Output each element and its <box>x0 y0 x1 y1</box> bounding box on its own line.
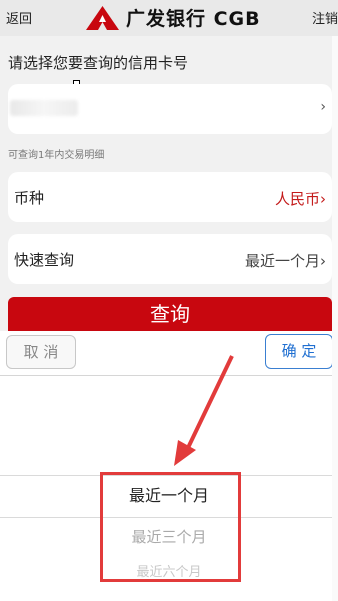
annotation-highlight-box <box>100 472 241 582</box>
quick-query-row[interactable]: 快速查询 最近一个月› <box>8 234 332 284</box>
currency-row[interactable]: 币种 人民币› <box>8 172 332 222</box>
app-header: 返回 广发银行 CGB 注销 <box>0 0 338 36</box>
scroll-edge <box>332 36 338 601</box>
confirm-button[interactable]: 确 定 <box>265 334 333 369</box>
card-number-selector[interactable]: › <box>8 84 332 134</box>
query-range-hint: 可查询1年内交易明细 <box>8 150 105 161</box>
brand-title: 广发银行 CGB <box>126 8 261 30</box>
quick-query-value: 最近一个月› <box>245 252 326 270</box>
currency-value: 人民币› <box>275 190 326 208</box>
logout-link[interactable]: 注销 <box>312 8 338 27</box>
cgb-logo-icon <box>86 6 119 30</box>
query-button[interactable]: 查询 <box>8 297 332 331</box>
cancel-button[interactable]: 取 消 <box>6 335 76 369</box>
masked-card-number <box>10 100 78 116</box>
currency-label: 币种 <box>14 189 45 207</box>
back-link[interactable]: 返回 <box>6 8 32 27</box>
card-select-prompt: 请选择您要查询的信用卡号 <box>8 54 189 72</box>
quick-query-label: 快速查询 <box>14 251 75 269</box>
chevron-right-icon: › <box>320 99 326 115</box>
picker-toolbar: 取 消 确 定 <box>0 331 338 376</box>
